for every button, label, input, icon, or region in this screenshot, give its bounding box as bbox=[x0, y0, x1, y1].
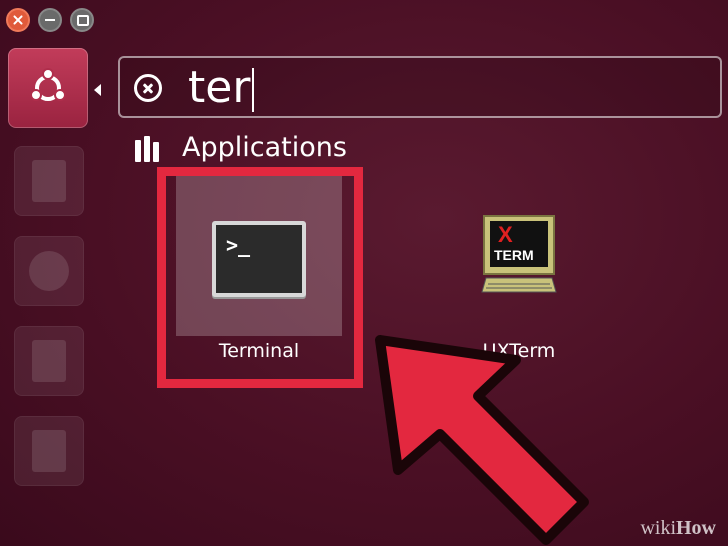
highlight-annotation-box bbox=[157, 167, 363, 388]
search-query: ter bbox=[188, 62, 251, 113]
books-icon bbox=[135, 136, 161, 162]
text-caret bbox=[252, 68, 255, 112]
writer-launcher-item[interactable] bbox=[14, 326, 84, 396]
uxterm-x-text: X bbox=[498, 222, 513, 247]
search-bar[interactable]: ter bbox=[118, 56, 722, 118]
close-window-button[interactable] bbox=[6, 8, 30, 32]
firefox-launcher-item[interactable] bbox=[14, 236, 84, 306]
minimize-window-button[interactable] bbox=[38, 8, 62, 32]
document-icon bbox=[32, 340, 66, 382]
wikihow-watermark: wikiHow bbox=[640, 517, 716, 540]
ubuntu-logo-icon bbox=[30, 68, 66, 101]
maximize-window-button[interactable] bbox=[70, 8, 94, 32]
launcher bbox=[0, 40, 101, 546]
uxterm-icon[interactable]: X TERM bbox=[480, 214, 558, 294]
dash-home-button[interactable] bbox=[8, 48, 88, 128]
file-cabinet-icon bbox=[32, 160, 66, 202]
uxterm-term-text: TERM bbox=[494, 247, 534, 263]
firefox-icon bbox=[29, 251, 69, 291]
search-input[interactable]: ter bbox=[188, 62, 255, 114]
watermark-suffix: How bbox=[676, 517, 716, 539]
files-launcher-item[interactable] bbox=[14, 146, 84, 216]
pointer-arrow-annotation bbox=[375, 335, 589, 545]
clear-search-icon[interactable] bbox=[134, 74, 162, 102]
watermark-prefix: wiki bbox=[640, 517, 676, 539]
spreadsheet-icon bbox=[32, 430, 66, 472]
active-indicator-icon bbox=[94, 84, 101, 96]
calc-launcher-item[interactable] bbox=[14, 416, 84, 486]
category-title: Applications bbox=[182, 132, 347, 163]
